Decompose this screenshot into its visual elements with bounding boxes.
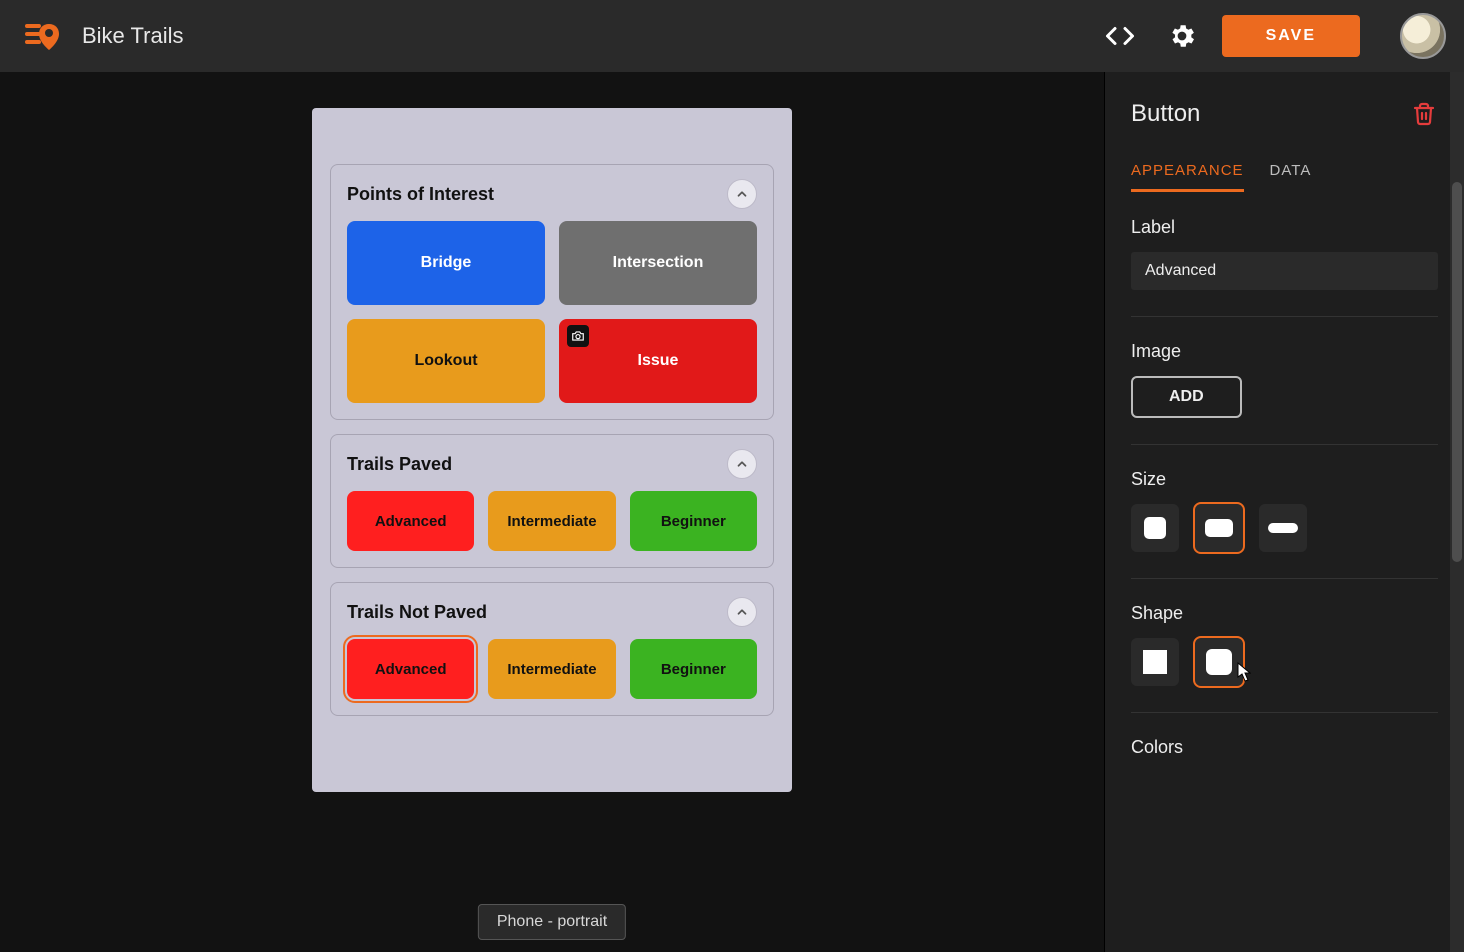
canvas-button[interactable]: Advanced — [347, 491, 474, 551]
label-input[interactable] — [1131, 252, 1438, 290]
size-option-square[interactable] — [1131, 504, 1179, 552]
inspector-title: Button — [1131, 100, 1200, 128]
canvas-button[interactable]: Issue — [559, 319, 757, 403]
size-option-wide[interactable] — [1195, 504, 1243, 552]
section-label: Label — [1105, 193, 1464, 290]
group-title: Trails Paved — [347, 454, 452, 475]
size-option-pill[interactable] — [1259, 504, 1307, 552]
canvas-button-label: Intersection — [613, 254, 704, 272]
group-card: Trails Not Paved Advanced Intermediate Begi… — [330, 582, 774, 716]
size-heading: Size — [1131, 469, 1438, 490]
canvas-button[interactable]: Intersection — [559, 221, 757, 305]
shape-option-rounded[interactable] — [1195, 638, 1243, 686]
canvas-button-label: Advanced — [375, 661, 447, 678]
device-frame: Points of Interest Bridge Intersection Look… — [312, 108, 792, 792]
collapse-button[interactable] — [727, 179, 757, 209]
viewport-selector[interactable]: Phone - portrait — [478, 904, 626, 940]
image-heading: Image — [1131, 341, 1438, 362]
group-card: Trails Paved Advanced Intermediate Beginner — [330, 434, 774, 568]
canvas-area: Points of Interest Bridge Intersection Look… — [0, 72, 1104, 952]
add-image-button[interactable]: ADD — [1131, 376, 1242, 418]
canvas-button-label: Bridge — [421, 254, 472, 272]
camera-icon — [567, 325, 589, 347]
page-title: Bike Trails — [82, 23, 183, 49]
tab-appearance[interactable]: APPEARANCE — [1131, 162, 1244, 192]
canvas-button[interactable]: Bridge — [347, 221, 545, 305]
group-card: Points of Interest Bridge Intersection Look… — [330, 164, 774, 420]
delete-button[interactable] — [1410, 100, 1438, 128]
canvas-button[interactable]: Intermediate — [488, 491, 615, 551]
save-button[interactable]: SAVE — [1222, 15, 1360, 57]
tab-data[interactable]: DATA — [1270, 162, 1312, 192]
canvas-button-label: Advanced — [375, 513, 447, 530]
code-icon[interactable] — [1098, 14, 1142, 58]
canvas-button-label: Beginner — [661, 661, 726, 678]
group-title: Trails Not Paved — [347, 602, 487, 623]
section-colors: Colors — [1105, 713, 1464, 758]
section-size: Size — [1105, 445, 1464, 552]
canvas-button[interactable]: Lookout — [347, 319, 545, 403]
canvas-button-label: Beginner — [661, 513, 726, 530]
canvas-button[interactable]: Beginner — [630, 639, 757, 699]
inspector-tabs: APPEARANCE DATA — [1105, 162, 1464, 193]
canvas-button[interactable]: Advanced — [347, 639, 474, 699]
shape-heading: Shape — [1131, 603, 1438, 624]
avatar[interactable] — [1400, 13, 1446, 59]
topbar: Bike Trails SAVE — [0, 0, 1464, 72]
collapse-button[interactable] — [727, 449, 757, 479]
inspector-panel: Button APPEARANCE DATA Label — [1104, 72, 1464, 952]
label-heading: Label — [1131, 217, 1438, 238]
canvas-button-label: Issue — [638, 352, 679, 370]
canvas-button-label: Lookout — [414, 352, 477, 370]
inspector-scrollbar[interactable] — [1450, 72, 1464, 952]
section-image: Image ADD — [1105, 317, 1464, 418]
canvas-button-label: Intermediate — [507, 661, 596, 678]
shape-option-square[interactable] — [1131, 638, 1179, 686]
gear-icon[interactable] — [1160, 14, 1204, 58]
canvas-button[interactable]: Intermediate — [488, 639, 615, 699]
section-shape: Shape — [1105, 579, 1464, 686]
collapse-button[interactable] — [727, 597, 757, 627]
colors-heading: Colors — [1131, 737, 1438, 758]
group-title: Points of Interest — [347, 184, 494, 205]
canvas-button-label: Intermediate — [507, 513, 596, 530]
canvas-button[interactable]: Beginner — [630, 491, 757, 551]
app-logo — [18, 13, 64, 59]
